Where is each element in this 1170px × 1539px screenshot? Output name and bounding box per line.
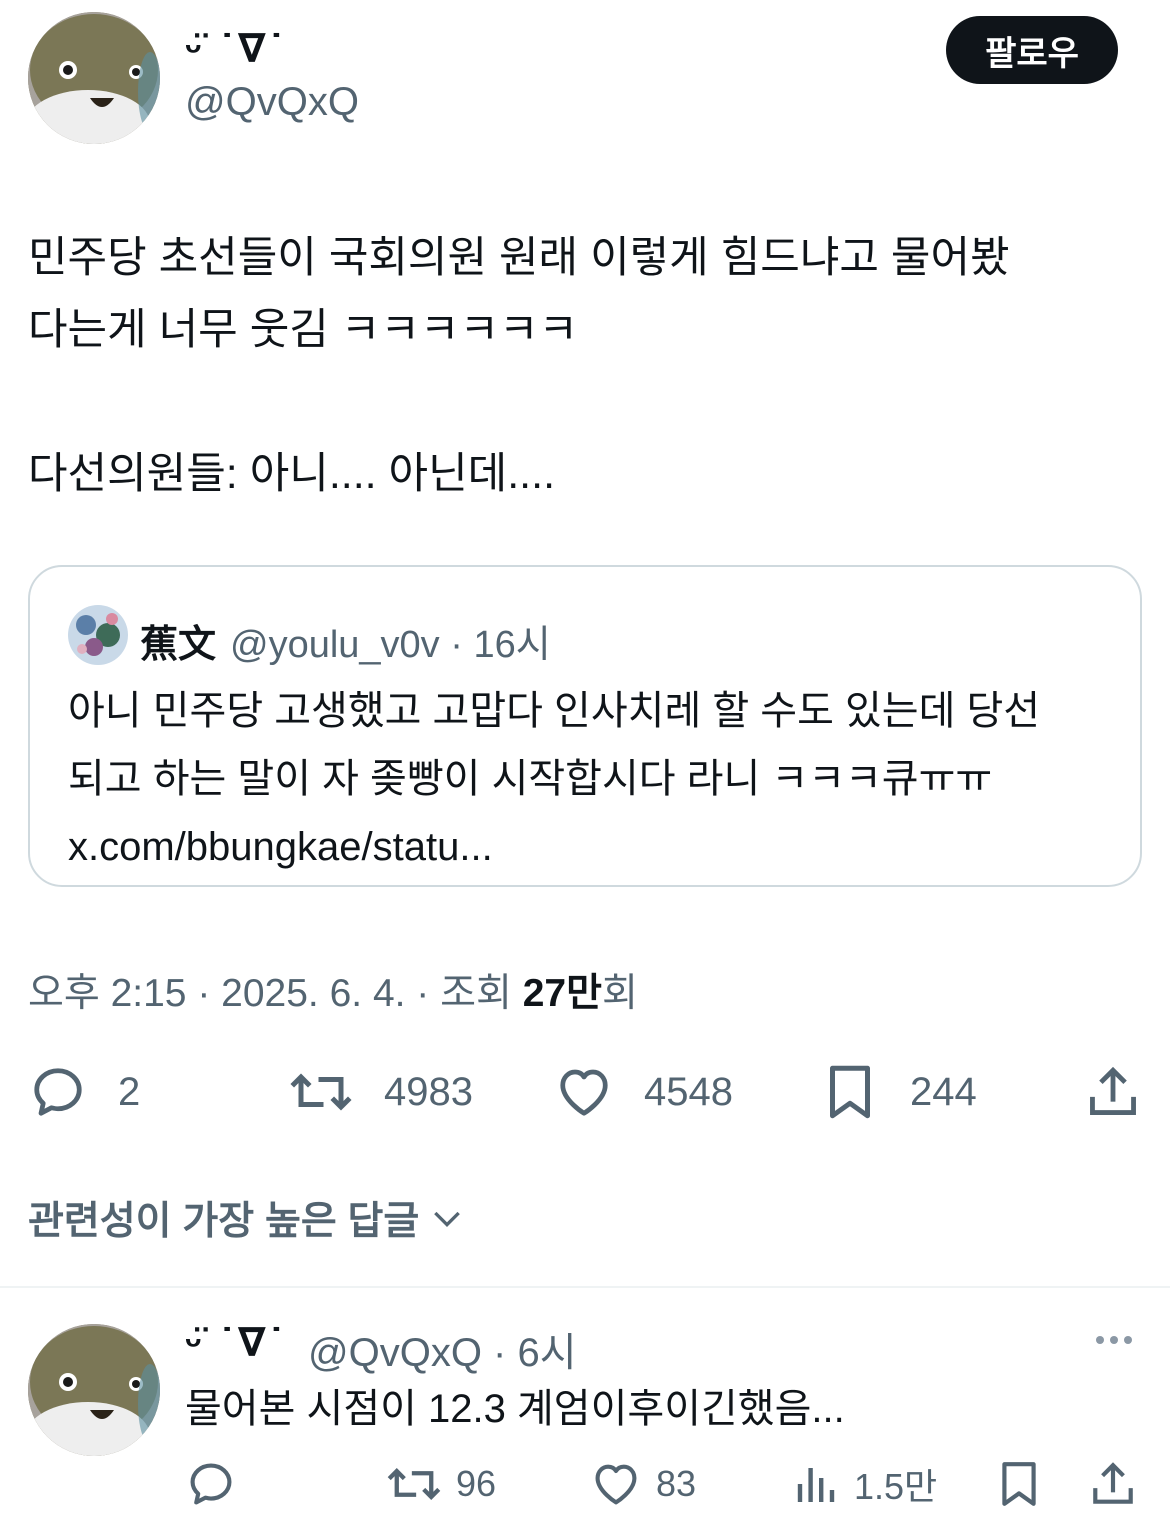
- more-options-button[interactable]: [1092, 1330, 1136, 1355]
- reply-icon: [34, 1068, 82, 1116]
- reply-button[interactable]: 2: [28, 1062, 140, 1122]
- quote-text: 아니 민주당 고생했고 고맙다 인사치레 할 수도 있는데 당선 되고 하는 말…: [68, 689, 1041, 869]
- seal-plush-avatar-icon: [28, 12, 160, 144]
- author-handle[interactable]: @QvQxQ: [185, 80, 359, 125]
- post-meta: 오후 2:15 · 2025. 6. 4. · 조회 27만회: [28, 962, 638, 1018]
- reply-repost-count: 96: [456, 1463, 497, 1504]
- view-count: 27만: [522, 972, 602, 1015]
- follow-button[interactable]: 팔로우: [946, 16, 1118, 84]
- reply-view-count: 1.5만: [854, 1466, 938, 1507]
- reply-reply-button[interactable]: [185, 1458, 237, 1510]
- reply-repost-button[interactable]: 96: [386, 1458, 496, 1510]
- repost-count: 4983: [384, 1069, 473, 1114]
- reply-icon: [190, 1463, 232, 1505]
- reply-count: 2: [118, 1069, 141, 1114]
- repost-icon: [387, 1468, 441, 1500]
- repost-button[interactable]: 4983: [288, 1062, 473, 1122]
- reply-author-avatar[interactable]: [28, 1324, 160, 1456]
- view-suffix: 회: [602, 972, 638, 1015]
- flower-painting-avatar-icon: [68, 605, 128, 665]
- quote-handle-time[interactable]: @youlu_v0v · 16시: [230, 613, 551, 668]
- reply-views-button[interactable]: 1.5만: [792, 1458, 937, 1510]
- share-icon: [1090, 1066, 1136, 1115]
- replies-sort-dropdown[interactable]: 관련성이 가장 높은 답글: [28, 1190, 467, 1246]
- like-count: 4548: [644, 1069, 733, 1114]
- reply-author-name[interactable]: ᵕ̈ ˙∇˙: [185, 1320, 287, 1366]
- bookmark-button[interactable]: 244: [820, 1062, 977, 1122]
- reply-like-count: 83: [656, 1463, 697, 1504]
- replies-sort-label: 관련성이 가장 높은 답글: [28, 1200, 420, 1243]
- reply-handle-time[interactable]: @QvQxQ · 6시: [308, 1320, 577, 1378]
- reply-text: 물어본 시점이 12.3 계엄이후이긴했음...: [185, 1387, 845, 1431]
- quote-author-avatar[interactable]: [68, 605, 128, 665]
- bookmark-count: 244: [910, 1069, 977, 1114]
- quote-author-name[interactable]: 蕉文: [140, 613, 216, 668]
- repost-icon: [290, 1073, 352, 1111]
- post-text: 민주당 초선들이 국회의원 원래 이렇게 힘드냐고 물어봤 다는게 너무 웃김 …: [28, 234, 1010, 498]
- section-divider: [0, 1286, 1170, 1288]
- author-display-name[interactable]: ᵕ̈ ˙∇˙: [185, 26, 287, 72]
- share-icon: [1093, 1462, 1133, 1504]
- bookmark-icon: [1002, 1462, 1036, 1506]
- share-button[interactable]: [1084, 1062, 1142, 1122]
- heart-icon: [560, 1069, 608, 1116]
- quoted-post-card[interactable]: 蕉文 @youlu_v0v · 16시 아니 민주당 고생했고 고맙다 인사치레…: [28, 565, 1142, 887]
- bookmark-icon: [830, 1065, 870, 1119]
- analytics-bars-icon: [797, 1468, 835, 1502]
- reply-share-button[interactable]: [1088, 1458, 1138, 1510]
- like-button[interactable]: 4548: [554, 1062, 733, 1122]
- more-dots-icon: [1096, 1336, 1132, 1344]
- post-timestamp[interactable]: 오후 2:15 · 2025. 6. 4. · 조회: [28, 972, 523, 1015]
- heart-icon: [595, 1464, 637, 1505]
- chevron-down-icon: [434, 1211, 461, 1228]
- seal-plush-avatar-icon: [28, 1324, 160, 1456]
- reply-like-button[interactable]: 83: [590, 1458, 696, 1510]
- reply-bookmark-button[interactable]: [994, 1458, 1044, 1510]
- author-avatar[interactable]: [28, 12, 160, 144]
